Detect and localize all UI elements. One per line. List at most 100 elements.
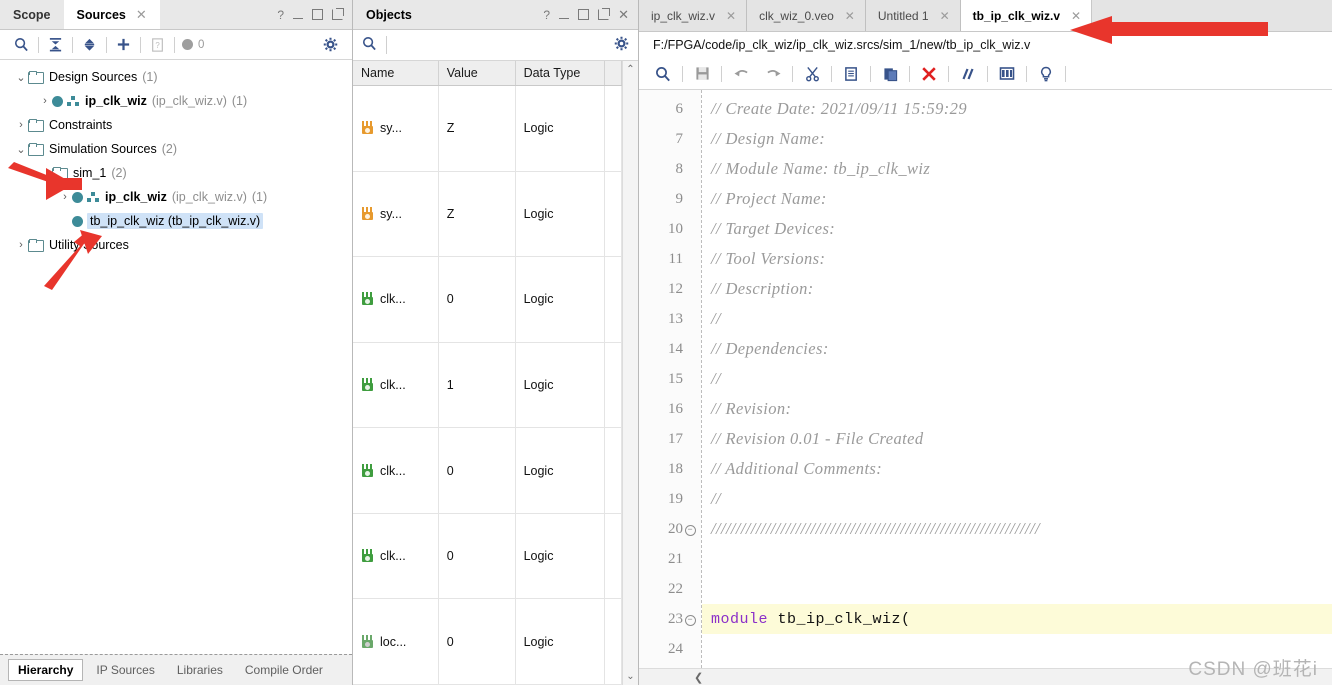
minimize-icon[interactable]: [293, 17, 303, 20]
undo-icon[interactable]: [725, 62, 757, 86]
code-text: //: [711, 309, 726, 328]
tab-scope[interactable]: Scope: [0, 0, 64, 29]
table-row[interactable]: sy... Z Logic: [353, 171, 622, 258]
chevron-right-icon[interactable]: ›: [14, 119, 28, 131]
scroll-left-icon[interactable]: ❮: [694, 671, 703, 684]
search-icon[interactable]: [362, 36, 377, 54]
line-number-row: 19: [639, 484, 701, 514]
folder-icon: [28, 71, 44, 84]
table-row[interactable]: clk... 0 Logic: [353, 427, 622, 514]
copy-icon[interactable]: [835, 62, 867, 86]
tree-item-count: (2): [111, 166, 127, 180]
editor-tabbar-filler: [1092, 0, 1332, 31]
delete-icon[interactable]: [913, 62, 945, 86]
line-number-row: 7: [639, 124, 701, 154]
code-text: // Tool Versions:: [711, 249, 830, 268]
collapse-all-icon[interactable]: [42, 33, 69, 56]
chevron-right-icon[interactable]: ›: [58, 191, 72, 203]
help-icon[interactable]: ?: [543, 9, 550, 21]
tree-item-simulation-sources[interactable]: ⌄ Simulation Sources (2): [0, 137, 352, 161]
module-dot-icon: [72, 215, 83, 227]
table-row[interactable]: clk... 1 Logic: [353, 342, 622, 429]
tree-item-utility-sources[interactable]: › Utility Sources: [0, 233, 352, 257]
columns-icon[interactable]: [991, 62, 1023, 86]
maximize-icon[interactable]: [578, 9, 590, 20]
code-line: //: [702, 484, 1332, 514]
column-header-datatype[interactable]: Data Type: [515, 61, 606, 86]
cell-datatype: Logic: [515, 598, 606, 685]
fold-toggle-icon[interactable]: −: [683, 613, 697, 626]
scroll-down-icon[interactable]: ⌄: [626, 671, 634, 682]
tree-item-detail: (tb_ip_clk_wiz.v): [167, 214, 261, 228]
gear-icon[interactable]: [317, 33, 344, 56]
chevron-down-icon[interactable]: ⌄: [14, 71, 28, 84]
code-text: //: [711, 489, 726, 508]
tree-item-sim-1[interactable]: › sim_1 (2): [0, 161, 352, 185]
tab-compile-order[interactable]: Compile Order: [236, 660, 332, 680]
tab-objects[interactable]: Objects: [353, 0, 425, 29]
tree-item-tb-ip-clk-wiz[interactable]: › tb_ip_clk_wiz (tb_ip_clk_wiz.v): [0, 209, 352, 233]
close-icon[interactable]: ✕: [1071, 9, 1081, 23]
tab-hierarchy[interactable]: Hierarchy: [8, 659, 84, 681]
close-icon[interactable]: ✕: [618, 8, 629, 21]
fold-toggle-icon[interactable]: −: [683, 523, 697, 536]
code-line: // Design Name:: [702, 124, 1332, 154]
minimize-icon[interactable]: [559, 17, 570, 20]
chevron-right-icon[interactable]: ›: [38, 95, 52, 107]
close-icon[interactable]: ✕: [845, 9, 855, 23]
objects-search-input[interactable]: [386, 36, 547, 54]
editor-tab-clk-wiz-0-veo[interactable]: clk_wiz_0.veo ✕: [747, 0, 866, 31]
table-row[interactable]: loc... 0 Logic: [353, 598, 622, 685]
line-number: 9: [675, 190, 684, 207]
search-icon[interactable]: [8, 33, 35, 56]
editor-tab-ip-clk-wiz-v[interactable]: ip_clk_wiz.v ✕: [639, 0, 748, 31]
table-row[interactable]: clk... 0 Logic: [353, 513, 622, 600]
float-icon[interactable]: [598, 8, 611, 20]
editor-body[interactable]: 6 7 8 9 10 11 12 13 14 15 16 17 18 19 20…: [639, 90, 1332, 668]
maximize-icon[interactable]: [312, 9, 323, 20]
redo-icon[interactable]: [757, 62, 789, 86]
close-icon[interactable]: ✕: [726, 9, 736, 23]
objects-vertical-scrollbar[interactable]: ⌃ ⌄: [622, 61, 638, 685]
tab-sources[interactable]: Sources ✕: [63, 0, 160, 29]
line-number-row: 17: [639, 424, 701, 454]
editor-text-area[interactable]: // Create Date: 2021/09/11 15:59:29 // D…: [701, 90, 1332, 668]
plus-icon[interactable]: [110, 33, 137, 56]
divider: [948, 65, 949, 82]
sources-tree[interactable]: ⌄ Design Sources (1) › ip_clk_wiz (ip_cl…: [0, 60, 352, 654]
editor-tab-tb-ip-clk-wiz-v[interactable]: tb_ip_clk_wiz.v ✕: [960, 0, 1093, 31]
chevron-down-icon[interactable]: ⌄: [14, 143, 28, 156]
float-icon[interactable]: [332, 8, 344, 20]
tab-sources-label: Sources: [76, 7, 126, 22]
column-header-value[interactable]: Value: [438, 61, 516, 86]
divider: [909, 65, 910, 82]
gear-icon[interactable]: [614, 36, 629, 54]
tree-item-constraints[interactable]: › Constraints: [0, 113, 352, 137]
tree-item-design-sources[interactable]: ⌄ Design Sources (1): [0, 65, 352, 89]
editor-tab-untitled-1[interactable]: Untitled 1 ✕: [866, 0, 961, 31]
bulb-icon[interactable]: [1030, 62, 1062, 86]
close-icon[interactable]: ✕: [136, 7, 147, 23]
chevron-right-icon[interactable]: ›: [14, 239, 28, 251]
column-header-name[interactable]: Name: [353, 61, 439, 86]
paste-icon[interactable]: [874, 62, 906, 86]
close-icon[interactable]: ✕: [940, 9, 950, 23]
tab-libraries[interactable]: Libraries: [168, 660, 232, 680]
cut-icon[interactable]: [796, 62, 828, 86]
search-icon[interactable]: [647, 62, 679, 86]
cell-value: 0: [438, 598, 516, 685]
table-row[interactable]: clk... 0 Logic: [353, 256, 622, 343]
expand-all-icon[interactable]: [76, 33, 103, 56]
signal-icon: [361, 292, 374, 306]
cell-datatype: Logic: [515, 85, 606, 172]
editor-tab-label: tb_ip_clk_wiz.v: [972, 8, 1060, 23]
save-icon[interactable]: [686, 62, 718, 86]
tree-item-ip-clk-wiz-sim[interactable]: › ip_clk_wiz (ip_clk_wiz.v) (1): [0, 185, 352, 209]
cell-datatype: Logic: [515, 513, 606, 600]
table-row[interactable]: sy... Z Logic: [353, 85, 622, 172]
tree-item-ip-clk-wiz-design[interactable]: › ip_clk_wiz (ip_clk_wiz.v) (1): [0, 89, 352, 113]
scroll-up-icon[interactable]: ⌃: [626, 64, 634, 75]
comment-icon[interactable]: [952, 62, 984, 86]
tab-ip-sources[interactable]: IP Sources: [87, 660, 163, 680]
help-icon[interactable]: ?: [277, 9, 284, 21]
